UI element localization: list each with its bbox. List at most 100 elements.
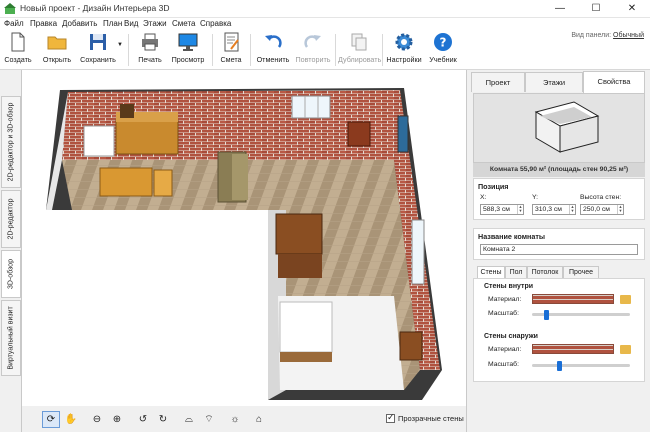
save-button[interactable]: Сохранить xyxy=(78,32,118,68)
room-box-icon xyxy=(534,101,600,153)
menu-plan[interactable]: План xyxy=(103,19,122,28)
estimate-icon xyxy=(224,32,239,52)
room-name-title: Название комнаты xyxy=(478,232,546,241)
panel-view-selector[interactable]: Вид панели: Обычный xyxy=(571,32,644,39)
menu-floors[interactable]: Этажи xyxy=(143,19,167,28)
tab-3d-view-label: 3D-обзор xyxy=(7,259,15,289)
svg-text:?: ? xyxy=(440,36,447,50)
tutorial-label: Учебник xyxy=(429,55,457,64)
menu-edit[interactable]: Правка xyxy=(30,19,57,28)
toolbar-separator xyxy=(250,34,251,66)
zoom-in-icon[interactable]: ⊕ xyxy=(108,411,126,428)
title-bar: Новый проект - Дизайн Интерьера 3D — ☐ ✕ xyxy=(0,0,650,18)
save-dropdown-icon[interactable]: ▼ xyxy=(117,42,123,48)
folder-icon[interactable] xyxy=(620,295,631,304)
wall-height-label: Высота стен: xyxy=(580,194,622,201)
print-label: Печать xyxy=(138,55,162,64)
spinner-icon[interactable]: ▲ ▼ xyxy=(617,205,623,214)
outside-scale-label: Масштаб: xyxy=(488,361,519,368)
tab-3d-view[interactable]: 3D-обзор xyxy=(1,250,21,298)
tab-virtual-visit[interactable]: Виртуальный визит xyxy=(1,300,21,376)
menu-view[interactable]: Вид xyxy=(124,19,138,28)
room-name-input[interactable]: Комната 2 xyxy=(480,244,638,255)
outside-material-label: Материал: xyxy=(488,346,522,353)
light-bulb-icon[interactable]: ☼ xyxy=(226,411,244,428)
checkbox-checked-icon[interactable] xyxy=(386,412,395,423)
subtab-ceiling[interactable]: Потолок xyxy=(527,266,563,278)
tab-2d-and-3d[interactable]: 2D-редактор и 3D-обзор xyxy=(1,96,21,188)
duplicate-button[interactable]: Дублировать xyxy=(338,32,382,68)
tab-2d-editor[interactable]: 2D-редактор xyxy=(1,190,21,248)
tab-2d-editor-label: 2D-редактор xyxy=(7,198,15,240)
open-button[interactable]: Открыть xyxy=(38,32,76,68)
inside-material-swatch[interactable] xyxy=(532,294,614,304)
undo-button[interactable]: Отменить xyxy=(255,32,291,68)
app-icon xyxy=(4,3,16,14)
settings-button[interactable]: Настройки xyxy=(385,32,423,68)
tab-floors[interactable]: Этажи xyxy=(525,72,583,92)
folder-icon[interactable] xyxy=(620,345,631,354)
3d-scene[interactable] xyxy=(22,70,466,406)
room-preview xyxy=(473,93,645,163)
spinner-icon[interactable]: ▲ ▼ xyxy=(517,205,523,214)
menu-bar: Файл Правка Добавить План Вид Этажи Смет… xyxy=(0,18,650,30)
tilt-down-icon[interactable]: ⌔ xyxy=(200,411,218,428)
spinner-icon[interactable]: ▲ ▼ xyxy=(569,205,575,214)
new-button[interactable]: Создать xyxy=(2,32,34,68)
print-button[interactable]: Печать xyxy=(134,32,166,68)
preview-button[interactable]: Просмотр xyxy=(170,32,206,68)
undo-label: Отменить xyxy=(256,55,290,64)
menu-help[interactable]: Справка xyxy=(200,19,231,28)
close-button[interactable]: ✕ xyxy=(614,0,650,18)
y-input[interactable]: 310,3 см ▲ ▼ xyxy=(532,204,576,215)
minimize-button[interactable]: — xyxy=(542,0,578,18)
estimate-label: Смета xyxy=(220,55,242,64)
menu-add[interactable]: Добавить xyxy=(62,19,97,28)
360-view-icon[interactable]: ⟳ xyxy=(42,411,60,428)
3d-viewport[interactable] xyxy=(22,70,466,406)
tab-project[interactable]: Проект xyxy=(471,72,525,92)
open-folder-icon xyxy=(47,36,67,50)
menu-file[interactable]: Файл xyxy=(4,19,24,28)
outside-scale-slider[interactable] xyxy=(532,364,630,367)
outside-scale-thumb[interactable] xyxy=(556,361,562,371)
menu-estimate[interactable]: Смета xyxy=(172,19,195,28)
inside-scale-thumb[interactable] xyxy=(543,310,549,320)
x-label: X: xyxy=(480,194,487,201)
walls-inside-title: Стены внутри xyxy=(484,283,534,290)
subtab-walls[interactable]: Стены xyxy=(477,266,505,278)
rotate-left-icon[interactable]: ↺ xyxy=(134,411,152,428)
undo-icon xyxy=(265,35,282,48)
printer-icon xyxy=(142,33,158,51)
outside-material-swatch[interactable] xyxy=(532,344,614,354)
duplicate-label: Дублировать xyxy=(338,55,382,64)
home-icon[interactable]: ⌂ xyxy=(250,411,268,428)
transparent-walls-checkbox[interactable]: Прозрачные стены xyxy=(386,412,464,423)
redo-icon xyxy=(304,35,321,48)
maximize-button[interactable]: ☐ xyxy=(578,0,614,18)
tab-2d-and-3d-label: 2D-редактор и 3D-обзор xyxy=(7,102,15,182)
save-icon xyxy=(90,34,106,50)
tilt-up-icon[interactable]: ⌓ xyxy=(180,411,198,428)
position-section: Позиция X: Y: Высота стен: 588,3 см ▲ ▼ 31… xyxy=(473,178,645,220)
hand-pan-icon[interactable]: ✋ xyxy=(62,411,80,428)
y-label: Y: xyxy=(532,194,539,201)
subtab-floor[interactable]: Пол xyxy=(505,266,527,278)
rotate-right-icon[interactable]: ↻ xyxy=(154,411,172,428)
x-value: 588,3 см xyxy=(483,206,510,213)
subtab-other[interactable]: Прочее xyxy=(563,266,599,278)
estimate-button[interactable]: Смета xyxy=(217,32,245,68)
viewport-toolbar: ⟳ ✋ ⊖ ⊕ ↺ ↻ ⌓ ⌔ ☼ ⌂ Прозрачные стены xyxy=(22,406,466,432)
x-input[interactable]: 588,3 см ▲ ▼ xyxy=(480,204,524,215)
preview-label: Просмотр xyxy=(171,55,205,64)
tab-properties[interactable]: Свойства xyxy=(583,71,645,93)
panel-view-value[interactable]: Обычный xyxy=(613,32,644,39)
redo-label: Повторить xyxy=(295,55,331,64)
wall-height-input[interactable]: 250,0 см ▲ ▼ xyxy=(580,204,624,215)
room-area-caption: Комната 55,90 м² (площадь стен 90,25 м²) xyxy=(473,163,645,177)
zoom-out-icon[interactable]: ⊖ xyxy=(88,411,106,428)
help-icon: ? xyxy=(434,33,452,51)
tutorial-button[interactable]: ? Учебник xyxy=(426,32,460,68)
toolbar-separator xyxy=(128,34,129,66)
redo-button[interactable]: Повторить xyxy=(294,32,332,68)
